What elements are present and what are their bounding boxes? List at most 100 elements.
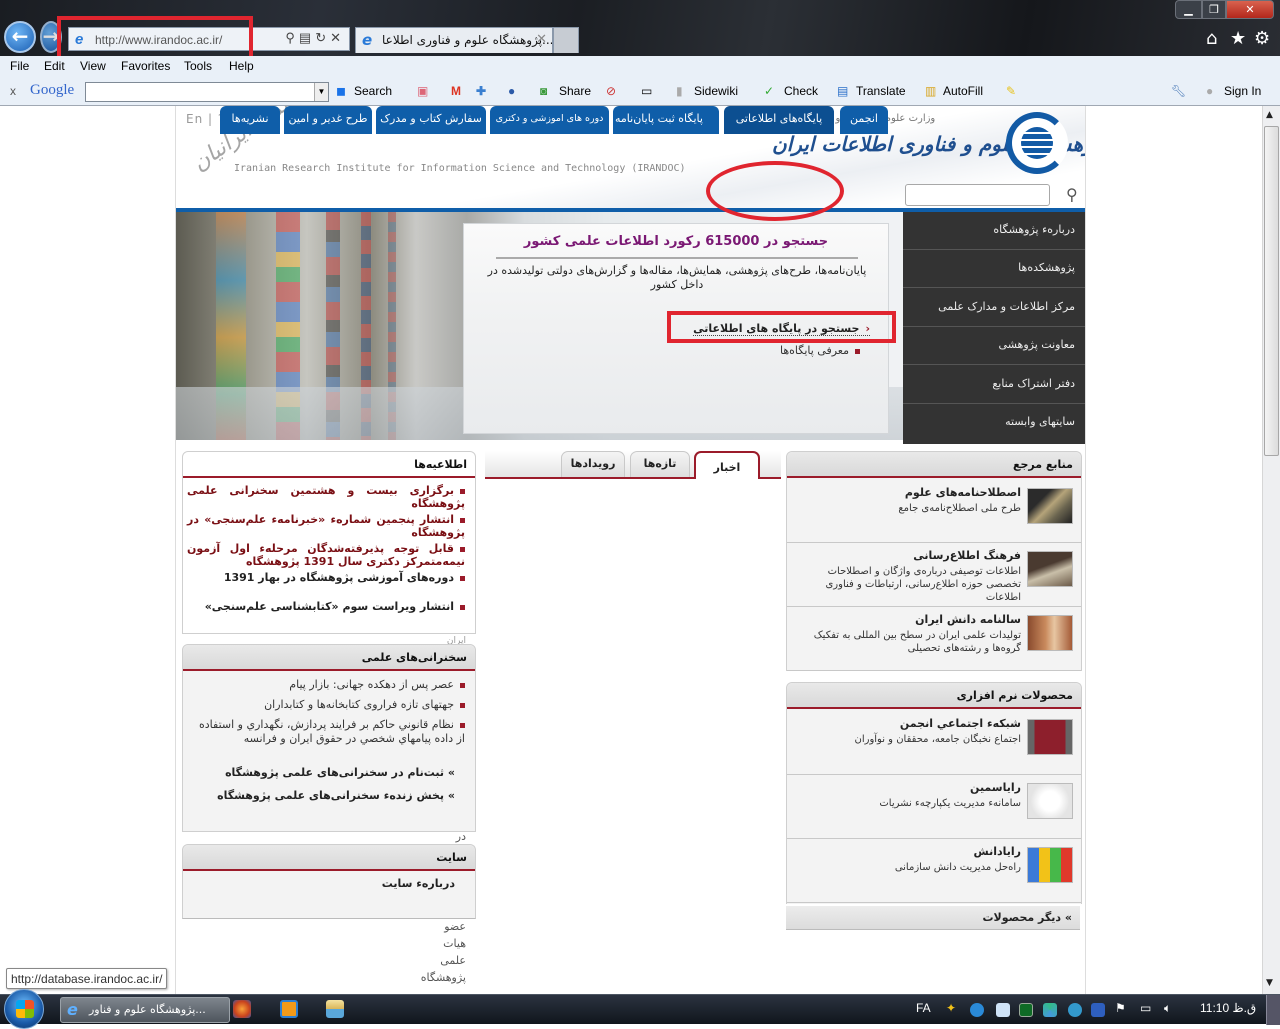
media-player-icon[interactable] xyxy=(280,1000,298,1018)
sign-in-button[interactable]: Sign In xyxy=(1224,84,1261,98)
tray-green-icon[interactable] xyxy=(1019,1003,1033,1017)
menu-tools[interactable]: Tools xyxy=(184,59,212,73)
volume-icon[interactable]: 🔈︎ xyxy=(1164,1001,1171,1016)
more-products-link[interactable]: » دیگر محصولات xyxy=(786,906,1080,930)
highlight-icon[interactable]: ▭ xyxy=(641,84,652,98)
close-tab-icon[interactable]: ✕ xyxy=(536,32,547,47)
taskbar-ie-window[interactable]: e ...پژوهشگاه علوم و فناور xyxy=(60,997,230,1023)
tray-document-icon[interactable] xyxy=(996,1003,1010,1017)
announcement-item[interactable]: قابل توجه پذیرفته‌شدگان مرحلهء اول آزمون… xyxy=(187,542,465,568)
announcement-item[interactable]: دوره‌های آموزشی پژوهشگاه در بهار 1391 xyxy=(187,571,465,584)
about-site-link[interactable]: دربارهء سایت xyxy=(382,877,455,890)
autofill-button[interactable]: AutoFill xyxy=(943,84,983,98)
clock[interactable]: 11:10 ق.ظ xyxy=(1200,1001,1256,1015)
language-indicator[interactable]: FA xyxy=(916,1001,931,1015)
wrench-icon[interactable]: 🔧︎ xyxy=(1171,84,1186,98)
news-icon[interactable]: ▣ xyxy=(417,84,428,98)
menu-favorites[interactable]: Favorites xyxy=(121,59,170,73)
nav-tab-thesis-registry[interactable]: پایگاه ثبت پایان‌نامه xyxy=(613,106,719,134)
side-menu-resource-sharing[interactable]: دفتر اشتراک منابع xyxy=(903,366,1085,404)
nav-tab-order-books[interactable]: سفارش کتاب و مدرک xyxy=(376,106,486,134)
scrollbar-thumb[interactable] xyxy=(1264,126,1279,456)
minimize-button[interactable]: ▁ xyxy=(1175,0,1202,19)
translate-button[interactable]: Translate xyxy=(856,84,906,98)
lecture-item[interactable]: جهتهای تازه فراروی کتابخانه‌ها و کتابدار… xyxy=(197,698,465,712)
tray-monitor-icon[interactable] xyxy=(1091,1003,1105,1017)
highlighter-icon[interactable]: ✎ xyxy=(1006,84,1016,98)
reference-item[interactable]: فرهنگ اطلاع‌رسانی اطلاعات توصیفی درباره‌… xyxy=(787,543,1081,607)
plus-icon[interactable]: ✚ xyxy=(476,84,486,98)
reference-item[interactable]: اصطلاحنامه‌های علوم طرح ملی اصطلاح‌نامه‌… xyxy=(787,480,1081,543)
explorer-folder-icon[interactable] xyxy=(326,1000,344,1018)
introduce-databases-link[interactable]: معرفی پایگاه‌ها xyxy=(780,344,860,357)
show-desktop-button[interactable] xyxy=(1266,995,1280,1025)
side-menu-about[interactable]: دربارهء پژوهشگاه xyxy=(903,212,1085,250)
google-search-input[interactable]: ▼ xyxy=(85,82,329,102)
side-menu-related-sites[interactable]: سایتهای وابسته xyxy=(903,404,1085,442)
site-search-input[interactable] xyxy=(905,184,1050,206)
announcement-item[interactable]: انتشار ویراست سوم «کتابشناسی علم‌سنجی» xyxy=(187,600,465,613)
restore-button[interactable]: ❐ xyxy=(1202,0,1226,19)
tray-app-icon[interactable] xyxy=(970,1003,984,1017)
search-icon[interactable]: ⚲ xyxy=(285,30,299,45)
close-window-button[interactable]: ✕ xyxy=(1226,0,1274,19)
tab-latest[interactable]: تازه‌ها xyxy=(630,451,690,477)
announcement-item[interactable]: برگزاری بیست و هشتمین سخنرانی علمی پژوهش… xyxy=(187,484,465,510)
search-icon[interactable]: ⚲ xyxy=(1066,185,1078,204)
new-tab-button[interactable] xyxy=(553,27,579,53)
back-button[interactable]: ← xyxy=(4,21,36,53)
lecture-register-link[interactable]: » ثبت‌نام در سخنرانی‌های علمی پژوهشگاه xyxy=(225,766,455,779)
lang-english-link[interactable]: En xyxy=(186,112,203,126)
software-item[interactable]: رایادانش راه‌حل مدیریت دانش سازمانی xyxy=(787,839,1081,903)
announcement-item[interactable]: انتشار پنجمین شمارهء «خبرنامهء علم‌سنجی»… xyxy=(187,513,465,539)
browser-tab[interactable]: e ...پژوهشگاه علوم و فناوری اطلاعا ✕ xyxy=(355,27,553,53)
lecture-live-link[interactable]: » پخش زندهء سخنرانی‌های علمی پژوهشگاه xyxy=(217,789,455,802)
side-menu-research-deputy[interactable]: معاونت پژوهشی xyxy=(903,327,1085,365)
software-item[interactable]: شبکهء اجتماعي انجمن اجتماع نخبگان جامعه،… xyxy=(787,711,1081,775)
tray-eye-icon[interactable] xyxy=(1068,1003,1082,1017)
nav-tab-anjoman[interactable]: انجمن xyxy=(840,106,888,134)
share-button[interactable]: Share xyxy=(559,84,591,98)
menu-edit[interactable]: Edit xyxy=(44,59,65,73)
nav-tab-databases[interactable]: پایگاه‌های اطلاعاتی xyxy=(724,106,834,134)
magic-wand-icon[interactable]: ✦ xyxy=(946,1001,956,1015)
lecture-item[interactable]: عصر پس از دهکده جهانی: بازار پیام xyxy=(197,678,465,692)
side-menu-info-center[interactable]: مرکز اطلاعات و مدارک علمی xyxy=(903,289,1085,327)
gmail-icon[interactable]: M xyxy=(451,84,461,98)
nav-tab-journals[interactable]: نشریه‌ها xyxy=(220,106,280,134)
vertical-scrollbar[interactable]: ▲ ▼ xyxy=(1262,106,1280,994)
close-toolbar-icon[interactable]: x xyxy=(10,84,16,98)
network-icon[interactable]: ▭ xyxy=(1140,1001,1151,1015)
home-icon[interactable]: ⌂ xyxy=(1206,28,1217,49)
gear-icon[interactable]: ⚙ xyxy=(1254,28,1270,49)
scroll-up-icon[interactable]: ▲ xyxy=(1266,110,1273,120)
download-manager-icon[interactable] xyxy=(1043,1003,1057,1017)
side-menu-institutes[interactable]: پژوهشکده‌ها xyxy=(903,250,1085,288)
check-button[interactable]: Check xyxy=(784,84,818,98)
software-item[interactable]: راياسمين سامانهء مدیریت یکپارچهء نشریات xyxy=(787,775,1081,839)
sidewiki-button[interactable]: Sidewiki xyxy=(694,84,738,98)
earth-icon[interactable]: ● xyxy=(508,84,515,98)
chevron-down-icon[interactable]: ▼ xyxy=(314,83,328,101)
scroll-down-icon[interactable]: ▼ xyxy=(1266,978,1273,988)
stop-icon[interactable]: ✕ xyxy=(330,30,345,45)
nav-tab-ghadir-amin[interactable]: طرح غدیر و امین xyxy=(284,106,372,134)
action-center-flag-icon[interactable]: ⚑ xyxy=(1115,1001,1126,1015)
tab-news[interactable]: اخبار xyxy=(694,451,760,479)
favorites-star-icon[interactable]: ★ xyxy=(1230,28,1246,49)
compat-view-icon[interactable]: ▤ xyxy=(299,30,315,45)
menu-help[interactable]: Help xyxy=(229,59,254,73)
reference-item[interactable]: سالنامه دانش ایران تولیدات علمی ایران در… xyxy=(787,607,1081,671)
firefox-icon[interactable] xyxy=(233,1000,251,1018)
start-button[interactable] xyxy=(4,989,44,1029)
google-search-button[interactable]: Search xyxy=(354,84,392,98)
irandoc-logo[interactable] xyxy=(1006,112,1068,174)
menu-view[interactable]: View xyxy=(80,59,106,73)
popup-blocker-icon[interactable]: ⊘ xyxy=(606,84,616,98)
refresh-icon[interactable]: ↻ xyxy=(315,30,330,45)
nav-tab-courses[interactable]: دوره های اموزشی و دکتری xyxy=(490,106,609,134)
tab-events[interactable]: رویدادها xyxy=(561,451,625,477)
menu-file[interactable]: File xyxy=(10,59,29,73)
lecture-item[interactable]: نظام قانوني حاكم بر فرايند پردازش، نگهدا… xyxy=(197,718,465,746)
translate-icon: ▤ xyxy=(837,84,849,98)
